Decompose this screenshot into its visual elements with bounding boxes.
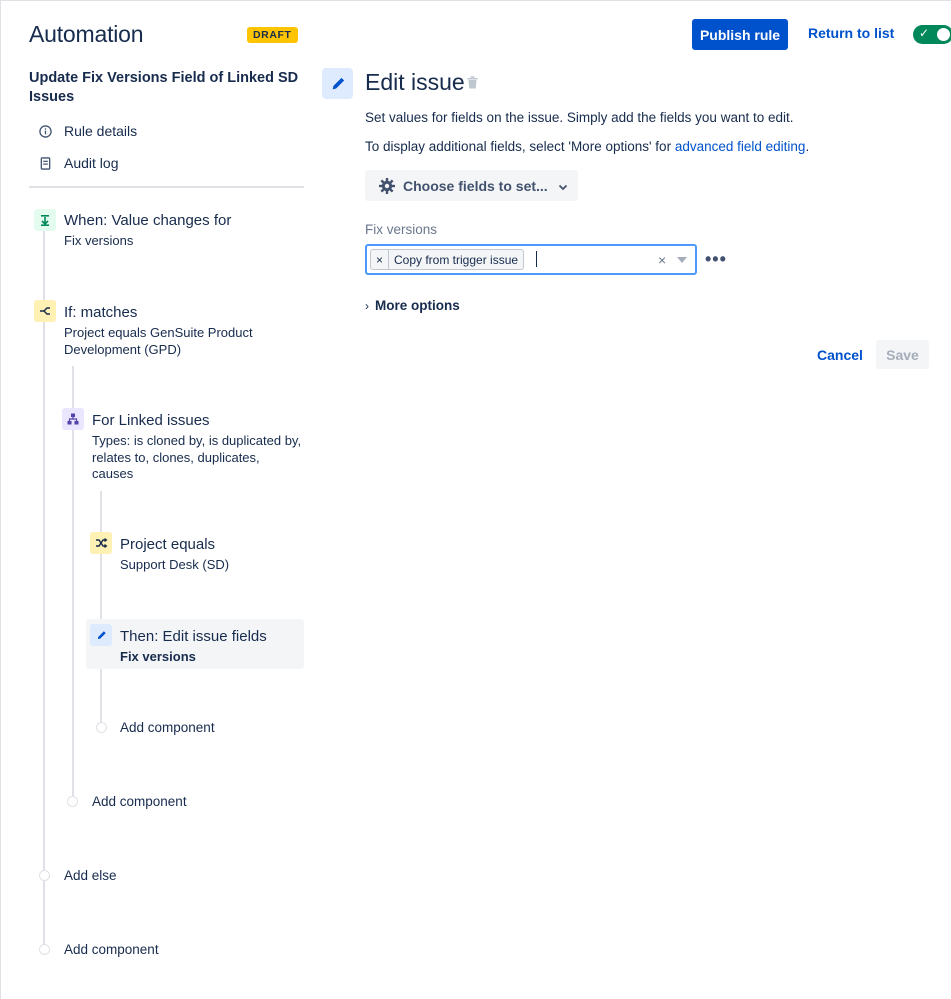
publish-rule-button[interactable]: Publish rule <box>692 19 788 50</box>
trash-icon[interactable] <box>467 76 478 94</box>
dropdown-arrow-icon[interactable] <box>677 257 687 263</box>
rule-name: Update Fix Versions Field of Linked SD I… <box>29 70 299 105</box>
action-step-subtitle: Fix versions <box>120 649 196 664</box>
timeline-line-branch <box>100 491 102 723</box>
fix-versions-select[interactable]: × Copy from trigger issue × <box>365 244 697 275</box>
add-else-dot <box>39 870 50 881</box>
timeline-line-condition <box>72 366 74 796</box>
remove-tag-icon[interactable]: × <box>371 250 389 269</box>
pencil-icon <box>322 68 353 99</box>
shuffle-icon <box>90 532 112 554</box>
more-options-label: More options <box>375 298 460 313</box>
description-suffix: . <box>805 139 810 154</box>
pencil-icon <box>90 624 112 646</box>
more-actions-icon[interactable]: ••• <box>705 249 727 270</box>
choose-fields-label: Choose fields to set... <box>403 177 548 194</box>
app-title: Automation <box>29 21 144 47</box>
clear-icon[interactable]: × <box>658 252 666 268</box>
more-options-toggle[interactable]: › More options <box>365 298 460 313</box>
info-icon <box>38 124 52 138</box>
description-prefix: To display additional fields, select 'Mo… <box>365 139 675 154</box>
check-icon: ✓ <box>919 26 930 40</box>
sidebar-divider <box>29 186 304 188</box>
cancel-button[interactable]: Cancel <box>811 340 869 369</box>
selected-value-tag: × Copy from trigger issue <box>370 249 525 270</box>
audit-log-label: Audit log <box>64 155 119 171</box>
rule-details-link[interactable]: Rule details <box>38 123 137 139</box>
advanced-field-editing-link[interactable]: advanced field editing <box>675 139 806 154</box>
fix-versions-label: Fix versions <box>365 222 438 237</box>
add-component-condition-link[interactable]: Add component <box>92 794 187 809</box>
chevron-right-icon: › <box>365 299 369 313</box>
add-component-dot <box>96 722 107 733</box>
gear-icon <box>378 177 396 195</box>
condition-step-subtitle: Project equals GenSuite Product Developm… <box>64 325 253 357</box>
tag-label: Copy from trigger issue <box>394 252 519 267</box>
trigger-icon <box>34 209 56 231</box>
action-step-title[interactable]: Then: Edit issue fields <box>120 628 267 645</box>
add-component-branch-link[interactable]: Add component <box>120 720 215 735</box>
nested-condition-step-title[interactable]: Project equals <box>120 536 215 553</box>
audit-log-link[interactable]: Audit log <box>38 155 118 171</box>
chevron-down-icon <box>558 178 568 194</box>
branch-step-subtitle: Types: is cloned by, is duplicated by, r… <box>92 433 302 481</box>
hierarchy-icon <box>62 408 84 430</box>
trigger-step-subtitle: Fix versions <box>64 233 134 248</box>
save-button[interactable]: Save <box>876 340 929 369</box>
draft-badge: DRAFT <box>247 27 298 43</box>
toggle-knob <box>937 28 950 41</box>
branch-step-title[interactable]: For Linked issues <box>92 412 210 429</box>
timeline-line-main <box>43 230 45 945</box>
add-component-dot <box>39 944 50 955</box>
choose-fields-button[interactable]: Choose fields to set... <box>365 170 578 201</box>
add-component-root-link[interactable]: Add component <box>64 942 159 957</box>
automation-page: Automation DRAFT Publish rule Return to … <box>0 0 951 999</box>
document-icon <box>38 156 52 170</box>
rule-details-label: Rule details <box>64 123 138 139</box>
return-to-list-link[interactable]: Return to list <box>808 25 894 41</box>
text-cursor <box>536 251 537 267</box>
add-else-link[interactable]: Add else <box>64 868 117 883</box>
trigger-step-title[interactable]: When: Value changes for <box>64 212 231 229</box>
condition-step-title[interactable]: If: matches <box>64 304 137 321</box>
nested-condition-step-subtitle: Support Desk (SD) <box>120 557 230 572</box>
if-branch-icon <box>34 300 56 322</box>
edit-issue-title: Edit issue <box>365 69 465 95</box>
edit-description: Set values for fields on the issue. Simp… <box>365 110 794 125</box>
rule-enabled-toggle[interactable]: ✓ <box>913 25 951 44</box>
add-component-dot <box>67 796 78 807</box>
advanced-editing-description: To display additional fields, select 'Mo… <box>365 139 809 154</box>
